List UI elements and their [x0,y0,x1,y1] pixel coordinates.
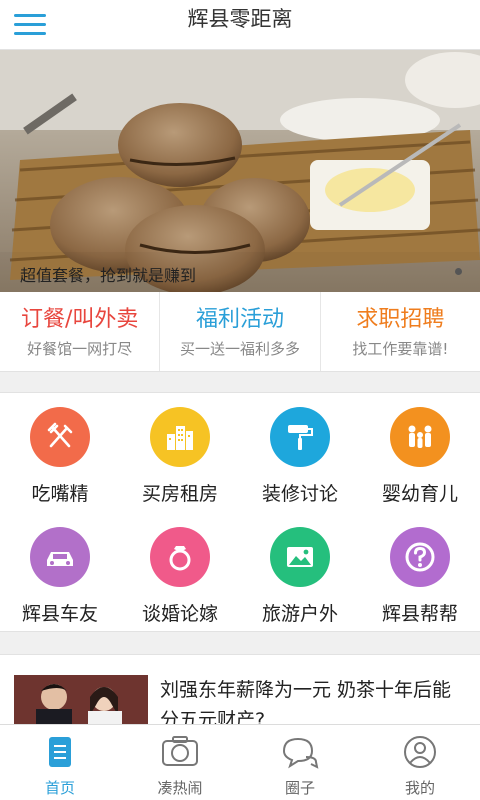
category-label: 辉县车友 [21,603,98,625]
tab-mine[interactable]: 我的 [360,725,480,800]
promo-takeout[interactable]: 订餐/叫外卖 好餐馆一网打尽 [0,292,161,371]
banner-caption-text: 超值套餐，抢到就是赚到 [20,266,197,285]
category-label: 辉县帮帮 [381,603,458,625]
category-label: 旅游户外 [261,603,338,625]
promo-welfare[interactable]: 福利活动 买一送一福利多多 [160,292,321,371]
news-thumbnail [14,675,148,724]
news-title: 刘强东年薪降为一元 奶茶十年后能分五元财产? [160,679,452,724]
tab-circle[interactable]: 圈子 [240,725,360,800]
tab-label: 我的 [404,779,435,797]
carousel-indicator[interactable] [455,268,462,275]
banner-caption: 超值套餐，抢到就是赚到 [0,252,480,292]
home-doc-icon [49,737,71,767]
bottom-tab-bar: 首页 凑热闹 圈子 我的 [0,724,480,800]
fork-knife-icon [30,407,90,467]
promo-subtitle: 好餐馆一网打尽 [27,340,133,358]
category-label: 买房租房 [141,483,218,505]
promo-subtitle: 找工作要靠谱! [352,340,449,358]
category-grid: 吃嘴精 买房租房 装修讨论 婴幼育儿 辉县车友 谈婚论嫁 旅游户外 辉县帮帮 [0,392,480,632]
picture-icon [270,527,330,587]
camera-icon [162,736,198,766]
paint-roller-icon [270,407,330,467]
tab-lively[interactable]: 凑热闹 [120,725,240,800]
promo-row: 订餐/叫外卖 好餐馆一网打尽 福利活动 买一送一福利多多 求职招聘 找工作要靠谱… [0,292,480,372]
promo-title: 福利活动 [195,307,284,332]
category-parenting[interactable]: 婴幼育儿 [360,393,480,513]
question-icon [390,527,450,587]
ring-icon [150,527,210,587]
category-help[interactable]: 辉县帮帮 [360,513,480,633]
category-decoration[interactable]: 装修讨论 [240,393,360,513]
tab-label: 凑热闹 [157,779,203,797]
buildings-icon [150,407,210,467]
category-food[interactable]: 吃嘴精 [0,393,120,513]
news-list-item[interactable]: 刘强东年薪降为一元 奶茶十年后能分五元财产? [0,654,480,724]
car-icon [30,527,90,587]
tab-label: 首页 [44,779,75,797]
tab-label: 圈子 [284,779,315,797]
promo-subtitle: 买一送一福利多多 [179,340,300,358]
category-label: 谈婚论嫁 [141,603,218,625]
category-label: 装修讨论 [261,483,338,505]
tab-home[interactable]: 首页 [0,725,120,800]
promo-title: 求职招聘 [356,307,445,332]
promo-jobs[interactable]: 求职招聘 找工作要靠谱! [321,292,480,371]
family-icon [390,407,450,467]
category-wedding[interactable]: 谈婚论嫁 [120,513,240,633]
chat-bubbles-icon [282,737,319,769]
page-title: 辉县零距离 [187,7,293,31]
category-cars[interactable]: 辉县车友 [0,513,120,633]
user-icon [404,736,436,768]
category-label: 吃嘴精 [31,483,89,505]
category-travel[interactable]: 旅游户外 [240,513,360,633]
category-housing[interactable]: 买房租房 [120,393,240,513]
promo-title: 订餐/叫外卖 [20,307,139,332]
top-bar: 辉县零距离 [0,0,480,50]
banner-carousel[interactable]: 超值套餐，抢到就是赚到 [0,50,480,292]
category-label: 婴幼育儿 [381,483,458,505]
